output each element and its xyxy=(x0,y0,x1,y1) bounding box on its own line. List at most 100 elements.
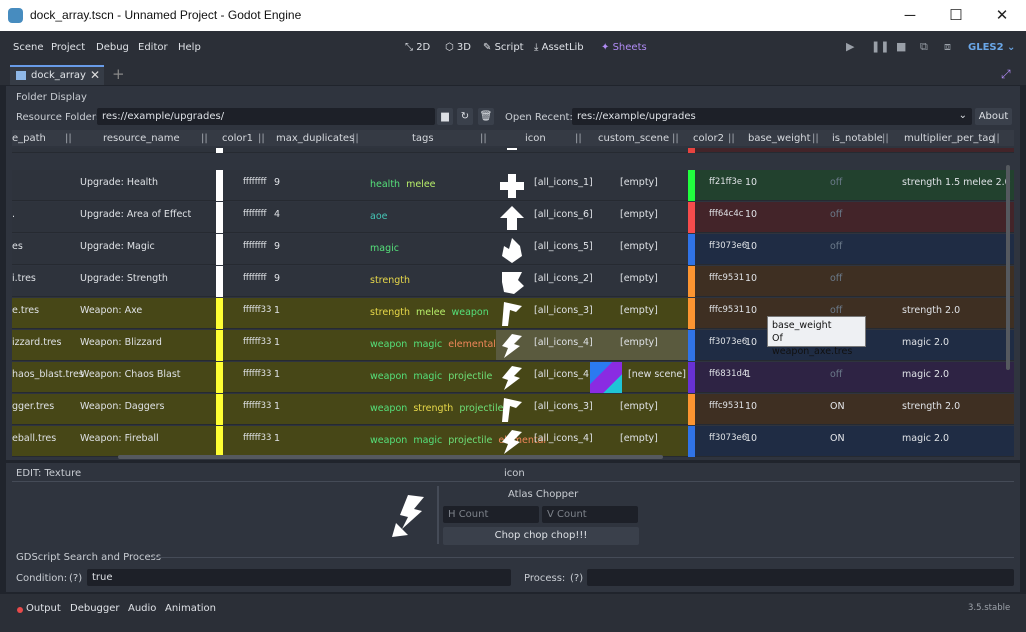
icon-thumbnail[interactable] xyxy=(498,396,526,424)
cell-is-notable[interactable]: off xyxy=(830,241,842,252)
cell-custom-scene[interactable]: [new scene] xyxy=(628,369,686,380)
cell-base-weight[interactable]: 10 xyxy=(745,433,757,444)
cell-multiplier[interactable]: strength 2.0 xyxy=(902,305,960,316)
cell-color2[interactable]: ff3073e6 xyxy=(709,433,747,443)
cell-base-weight[interactable]: 10 xyxy=(745,337,757,348)
col-path[interactable]: e_path xyxy=(12,133,46,144)
cell-is-notable[interactable]: off xyxy=(830,177,842,188)
open-recent-select[interactable]: res://example/upgrades ⌄ xyxy=(572,108,972,125)
cell-max-duplicates[interactable]: 9 xyxy=(274,177,280,188)
cell-color2[interactable]: ff3073e6 xyxy=(709,241,747,251)
color2-swatch[interactable] xyxy=(688,330,695,361)
cell-is-notable[interactable]: off xyxy=(830,305,842,316)
cell-tags[interactable]: weapon magic elemental xyxy=(370,336,496,353)
cell-color1[interactable]: ffffff33 xyxy=(243,337,271,347)
color2-swatch[interactable] xyxy=(688,298,695,329)
col-resize-handle[interactable]: || xyxy=(65,133,72,144)
color1-swatch[interactable] xyxy=(216,298,223,329)
cell-custom-scene[interactable]: [empty] xyxy=(620,401,658,412)
color2-swatch[interactable] xyxy=(688,362,695,393)
workspace-2d[interactable]: ⤡ 2D xyxy=(405,42,430,53)
cell-tags[interactable]: aoe xyxy=(370,208,494,225)
scene-tab[interactable]: dock_array ✕ xyxy=(10,65,104,85)
cell-path[interactable]: es xyxy=(12,241,23,252)
cell-base-weight[interactable]: 10 xyxy=(745,209,757,220)
process-input[interactable] xyxy=(587,569,1014,586)
refresh-icon[interactable]: ↻ xyxy=(457,108,473,125)
workspace-script[interactable]: ✎ Script xyxy=(483,42,524,53)
table-row[interactable]: haos_blast.tres Weapon: Chaos Blast ffffff… xyxy=(12,362,1014,393)
cell-tags[interactable]: weapon magic projectile elemental xyxy=(370,432,546,449)
play-custom-icon[interactable]: ⧈ xyxy=(944,40,951,54)
cell-max-duplicates[interactable]: 1 xyxy=(274,401,280,412)
table-row[interactable]: . Upgrade: Area of Effect ffffffff 4 fff64c4… xyxy=(12,202,1014,233)
cell-icon-name[interactable]: [all_icons_6] xyxy=(534,209,593,220)
color1-swatch[interactable] xyxy=(216,234,223,265)
menu-editor[interactable]: Editor xyxy=(138,42,168,53)
cell-color2[interactable]: ff6831d4 xyxy=(709,369,747,379)
cell-is-notable[interactable]: off xyxy=(830,209,842,220)
cell-resource-name[interactable]: Weapon: Fireball xyxy=(80,433,159,444)
audio-tab[interactable]: Audio xyxy=(128,603,156,614)
cell-custom-scene[interactable]: [empty] xyxy=(620,305,658,316)
cell-resource-name[interactable]: Weapon: Daggers xyxy=(80,401,164,412)
cell-max-duplicates[interactable]: 4 xyxy=(274,209,280,220)
cell-color1[interactable]: ffffff33 xyxy=(243,369,271,379)
color2-swatch[interactable] xyxy=(688,202,695,233)
stop-icon[interactable]: ■ xyxy=(896,40,906,53)
cell-is-notable[interactable]: ON xyxy=(830,433,845,444)
cell-resource-name[interactable]: Weapon: Blizzard xyxy=(80,337,162,348)
condition-input[interactable]: true xyxy=(87,569,511,586)
play-icon[interactable]: ▶ xyxy=(846,40,854,53)
cell-path[interactable]: izzard.tres xyxy=(12,337,61,348)
output-tab[interactable]: Output xyxy=(26,603,61,614)
cell-custom-scene[interactable]: [empty] xyxy=(620,433,658,444)
menu-debug[interactable]: Debug xyxy=(96,42,129,53)
color1-swatch[interactable] xyxy=(216,202,223,233)
col-custom-scene[interactable]: custom_scene xyxy=(598,133,669,144)
close-window-button[interactable]: ✕ xyxy=(979,0,1025,31)
cell-color1[interactable]: ffffffff xyxy=(243,241,266,251)
trash-icon[interactable]: 🗑 xyxy=(478,108,494,125)
cell-tags[interactable]: weapon magic projectile xyxy=(370,368,494,385)
cell-max-duplicates[interactable]: 9 xyxy=(274,273,280,284)
cell-icon-name[interactable]: [all_icons_4] xyxy=(534,337,593,348)
about-button[interactable]: About xyxy=(975,108,1012,125)
animation-tab[interactable]: Animation xyxy=(165,603,216,614)
cell-resource-name[interactable]: Weapon: Axe xyxy=(80,305,142,316)
horizontal-scrollbar[interactable] xyxy=(118,455,663,459)
color1-swatch[interactable] xyxy=(216,170,223,201)
col-tags[interactable]: tags xyxy=(412,133,434,144)
col-resize-handle[interactable]: || xyxy=(882,133,889,144)
cell-color1[interactable]: ffffffff xyxy=(243,209,266,219)
cell-icon-name[interactable]: [all_icons_1] xyxy=(534,177,593,188)
cell-max-duplicates[interactable]: 1 xyxy=(274,369,280,380)
pause-icon[interactable]: ❚❚ xyxy=(871,40,889,53)
cell-base-weight[interactable]: 10 xyxy=(745,241,757,252)
cell-color2[interactable]: ff3073e6 xyxy=(709,337,747,347)
icon-thumbnail[interactable] xyxy=(498,428,526,456)
cell-base-weight[interactable]: 1 xyxy=(745,369,751,380)
color2-swatch[interactable] xyxy=(688,234,695,265)
cell-custom-scene[interactable]: [empty] xyxy=(620,177,658,188)
cell-custom-scene[interactable]: [empty] xyxy=(620,337,658,348)
v-count-input[interactable]: V Count xyxy=(542,506,638,523)
cell-color1[interactable]: ffffffff xyxy=(243,273,266,283)
cell-color2[interactable]: fffc9531 xyxy=(709,273,744,283)
workspace-assetlib[interactable]: ⤓ AssetLib xyxy=(534,42,584,53)
menu-scene[interactable]: Scene xyxy=(13,42,44,53)
add-tab-icon[interactable]: + xyxy=(112,65,125,83)
distraction-free-icon[interactable]: ⤢ xyxy=(1001,67,1011,82)
cell-is-notable[interactable]: off xyxy=(830,273,842,284)
cell-path[interactable]: . xyxy=(12,209,15,220)
cell-max-duplicates[interactable]: 1 xyxy=(274,337,280,348)
col-base-weight[interactable]: base_weight xyxy=(748,133,811,144)
cell-icon-name[interactable]: [all_icons_4] xyxy=(534,369,593,380)
icon-thumbnail[interactable] xyxy=(498,332,526,360)
icon-thumbnail[interactable] xyxy=(498,236,526,264)
color1-swatch[interactable] xyxy=(216,148,223,153)
col-resize-handle[interactable]: || xyxy=(812,133,819,144)
cell-custom-scene[interactable]: [empty] xyxy=(620,209,658,220)
h-count-input[interactable]: H Count xyxy=(443,506,539,523)
col-multiplier-per-tag[interactable]: multiplier_per_tag xyxy=(904,133,995,144)
